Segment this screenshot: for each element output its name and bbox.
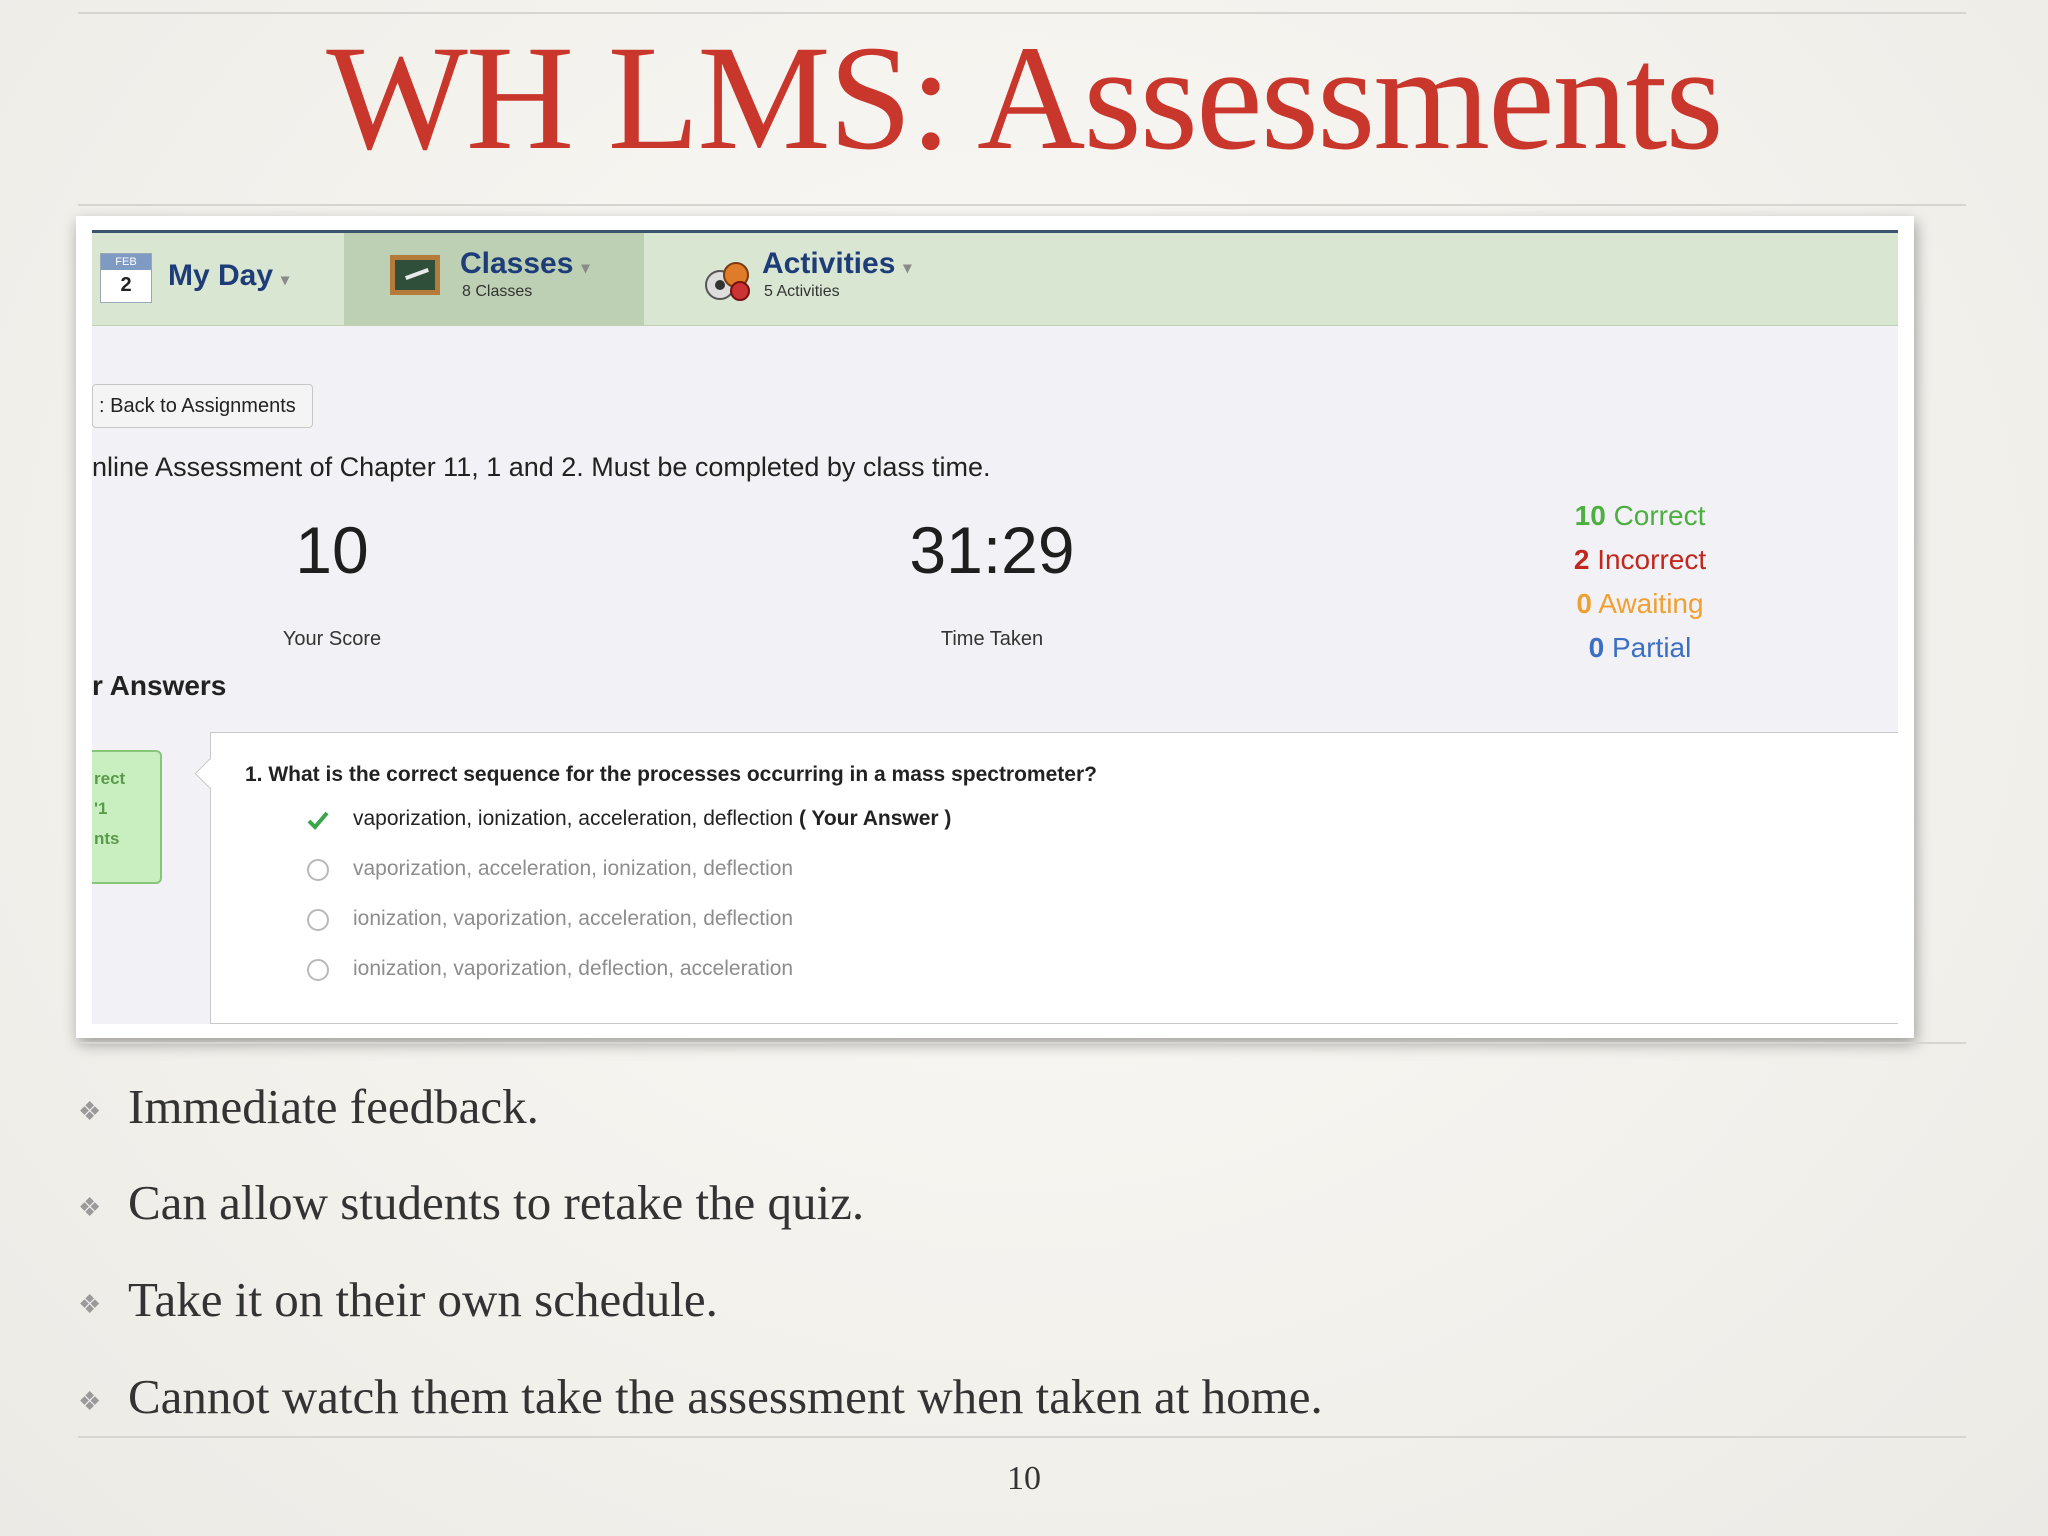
calendar-month: FEB	[101, 254, 151, 270]
nav-classes-label: Classes ▾	[460, 247, 589, 281]
nav-my-day[interactable]: FEB 2 My Day ▾	[92, 233, 344, 325]
time-label: Time Taken	[940, 628, 1044, 650]
bullet-item: ❖ Can allow students to retake the quiz.	[78, 1175, 865, 1230]
radio-icon	[307, 859, 329, 881]
bullet-item: ❖ Take it on their own schedule.	[78, 1272, 718, 1327]
answer-option-text: vaporization, acceleration, ionization, …	[353, 857, 794, 880]
sports-balls-icon	[705, 262, 750, 301]
question-card: 1. What is the correct sequence for the …	[210, 732, 1898, 1024]
activities-text: Activities	[762, 247, 896, 280]
lms-app: FEB 2 My Day ▾ Classes ▾ 8 Classes Activ…	[92, 230, 1898, 1024]
score-label: Your Score	[282, 628, 382, 650]
nav-classes[interactable]: Classes ▾ 8 Classes	[344, 233, 644, 325]
stat-partial: 0 Partial	[1588, 632, 1692, 663]
answers-heading: r Answers	[92, 670, 227, 701]
lms-screenshot: FEB 2 My Day ▾ Classes ▾ 8 Classes Activ…	[76, 216, 1914, 1038]
answer-option-text: ionization, vaporization, acceleration, …	[353, 907, 794, 930]
diamond-bullet-icon: ❖	[78, 1386, 102, 1416]
activities-count: 5 Activities	[764, 283, 840, 300]
classes-text: Classes	[460, 247, 574, 280]
back-to-assignments-button[interactable]: : Back to Assignments	[92, 384, 313, 428]
badge-line-2: '1	[94, 799, 108, 818]
calendar-day: 2	[120, 274, 132, 296]
classes-count: 8 Classes	[462, 283, 533, 300]
top-rule	[78, 12, 1966, 14]
question-text: 1. What is the correct sequence for the …	[245, 763, 1097, 786]
diamond-bullet-icon: ❖	[78, 1096, 102, 1126]
calendar-icon: FEB 2	[100, 253, 152, 303]
page-number: 10	[1007, 1460, 1041, 1497]
chalkboard-icon	[390, 255, 440, 295]
diamond-bullet-icon: ❖	[78, 1192, 102, 1222]
bullet-item: ❖ Cannot watch them take the assessment w…	[78, 1369, 1323, 1424]
badge-line-1: rect	[94, 769, 126, 788]
title-rule	[78, 204, 1966, 206]
answer-option-text: ionization, vaporization, deflection, ac…	[353, 957, 794, 980]
answer-option-text: vaporization, ionization, acceleration, …	[353, 807, 952, 830]
badge-line-3: nts	[94, 829, 120, 848]
content-rule	[78, 1042, 1966, 1044]
stat-correct: 10 Correct	[1574, 500, 1706, 531]
score-value: 10	[295, 513, 369, 587]
bullet-item: ❖ Immediate feedback.	[78, 1079, 539, 1134]
top-navbar: FEB 2 My Day ▾ Classes ▾ 8 Classes Activ…	[92, 230, 1898, 326]
chevron-down-icon: ▾	[281, 272, 290, 289]
checkmark-icon	[307, 811, 329, 830]
stat-incorrect: 2 Incorrect	[1573, 544, 1707, 575]
assessment-title: nline Assessment of Chapter 11, 1 and 2.…	[92, 452, 991, 482]
result-badge: rect '1 nts	[92, 750, 162, 884]
nav-activities-label: Activities ▾	[762, 247, 911, 281]
chevron-down-icon: ▾	[903, 260, 912, 277]
slide-title: WH LMS: Assessments	[326, 15, 1723, 181]
diamond-bullet-icon: ❖	[78, 1289, 102, 1319]
footer-rule	[78, 1436, 1966, 1438]
stat-awaiting: 0 Awaiting	[1576, 588, 1704, 619]
time-value: 31:29	[909, 513, 1075, 587]
nav-my-day-label: My Day ▾	[168, 259, 289, 293]
nav-activities[interactable]: Activities ▾ 5 Activities	[644, 233, 964, 325]
radio-icon	[307, 959, 329, 981]
radio-icon	[307, 909, 329, 931]
chevron-down-icon: ▾	[581, 260, 590, 277]
your-answer-tag: ( Your Answer )	[798, 807, 952, 830]
my-day-text: My Day	[168, 259, 274, 292]
